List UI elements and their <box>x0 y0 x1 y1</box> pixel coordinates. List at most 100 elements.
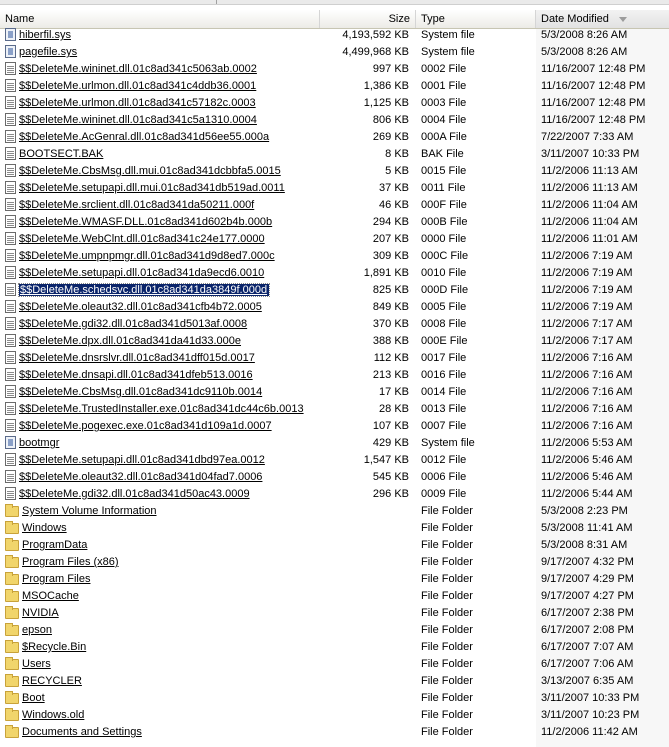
file-row[interactable]: $$DeleteMe.CbsMsg.dll.01c8ad341dc9110b.0… <box>0 384 669 401</box>
file-name[interactable]: $$DeleteMe.setupapi.dll.01c8ad341da9ecd6… <box>19 267 264 279</box>
file-name[interactable]: ProgramData <box>22 539 87 551</box>
file-name[interactable]: NVIDIA <box>22 607 59 619</box>
file-name[interactable]: $$DeleteMe.CbsMsg.dll.01c8ad341dc9110b.0… <box>19 386 262 398</box>
file-name[interactable]: $$DeleteMe.wininet.dll.01c8ad341c5063ab.… <box>19 63 257 75</box>
file-name[interactable]: Users <box>22 658 51 670</box>
file-name[interactable]: $$DeleteMe.setupapi.dll.mui.01c8ad341db5… <box>19 182 285 194</box>
file-name[interactable]: hiberfil.sys <box>19 29 71 41</box>
file-name[interactable]: Boot <box>22 692 45 704</box>
file-row[interactable]: $$DeleteMe.WMASF.DLL.01c8ad341d602b4b.00… <box>0 214 669 231</box>
file-row[interactable]: Program Files (x86) File Folder 9/17/2007 … <box>0 554 669 571</box>
file-name[interactable]: $$DeleteMe.dnsapi.dll.01c8ad341dfeb513.0… <box>19 369 253 381</box>
file-name[interactable]: Windows <box>22 522 67 534</box>
file-name[interactable]: System Volume Information <box>22 505 157 517</box>
file-row[interactable]: $$DeleteMe.dpx.dll.01c8ad341da41d33.000e… <box>0 333 669 350</box>
file-row[interactable]: Windows.old File Folder 3/11/2007 10:23 PM <box>0 707 669 724</box>
file-row[interactable]: Windows File Folder 5/3/2008 11:41 AM <box>0 520 669 537</box>
file-row[interactable]: $$DeleteMe.umpnpmgr.dll.01c8ad341d9d8ed7… <box>0 248 669 265</box>
file-row[interactable]: Users File Folder 6/17/2007 7:06 AM <box>0 656 669 673</box>
file-name[interactable]: $$DeleteMe.dpx.dll.01c8ad341da41d33.000e <box>19 335 241 347</box>
column-header-name[interactable]: Name <box>0 10 320 28</box>
file-row[interactable]: RECYCLER File Folder 3/13/2007 6:35 AM <box>0 673 669 690</box>
file-row[interactable]: MSOCache File Folder 9/17/2007 4:27 PM <box>0 588 669 605</box>
file-name[interactable]: $$DeleteMe.WMASF.DLL.01c8ad341d602b4b.00… <box>19 216 272 228</box>
file-row[interactable]: $$DeleteMe.gdi32.dll.01c8ad341d5013af.00… <box>0 316 669 333</box>
file-row[interactable]: $$DeleteMe.CbsMsg.dll.mui.01c8ad341dcbbf… <box>0 163 669 180</box>
file-size <box>320 656 409 673</box>
column-header-size[interactable]: Size <box>320 10 416 28</box>
file-name[interactable]: $$DeleteMe.gdi32.dll.01c8ad341d50ac43.00… <box>19 488 250 500</box>
file-row[interactable]: $$DeleteMe.schedsvc.dll.01c8ad341da3849f… <box>0 282 669 299</box>
file-row[interactable]: $$DeleteMe.dnsapi.dll.01c8ad341dfeb513.0… <box>0 367 669 384</box>
file-type: File Folder <box>421 692 473 704</box>
file-name[interactable]: $$DeleteMe.urlmon.dll.01c8ad341c4ddb36.0… <box>19 80 256 92</box>
file-row[interactable]: $$DeleteMe.wininet.dll.01c8ad341c5a1310.… <box>0 112 669 129</box>
file-date-modified: 11/2/2006 11:01 AM <box>541 233 638 245</box>
file-name[interactable]: $$DeleteMe.oleaut32.dll.01c8ad341cfb4b72… <box>19 301 262 313</box>
file-name[interactable]: epson <box>22 624 52 636</box>
file-row[interactable]: $$DeleteMe.gdi32.dll.01c8ad341d50ac43.00… <box>0 486 669 503</box>
file-name[interactable]: $$DeleteMe.AcGenral.dll.01c8ad341d56ee55… <box>19 131 269 143</box>
file-type: 0009 File <box>421 488 467 500</box>
file-row[interactable]: System Volume Information File Folder 5/3/… <box>0 503 669 520</box>
file-row[interactable]: $$DeleteMe.pogexec.exe.01c8ad341d109a1d.… <box>0 418 669 435</box>
file-row[interactable]: hiberfil.sys 4,193,592 KB System file 5/3/2… <box>0 27 669 44</box>
file-row[interactable]: $Recycle.Bin File Folder 6/17/2007 7:07 AM <box>0 639 669 656</box>
file-name[interactable]: Windows.old <box>22 709 84 721</box>
file-row[interactable]: $$DeleteMe.setupapi.dll.01c8ad341dbd97ea… <box>0 452 669 469</box>
file-size: 37 KB <box>379 182 409 194</box>
file-row[interactable]: pagefile.sys 4,499,968 KB System file 5/3/2… <box>0 44 669 61</box>
file-row[interactable]: $$DeleteMe.urlmon.dll.01c8ad341c57182c.0… <box>0 95 669 112</box>
column-header-type[interactable]: Type <box>416 10 536 28</box>
file-name[interactable]: $$DeleteMe.oleaut32.dll.01c8ad341d04fad7… <box>19 471 262 483</box>
file-name[interactable]: $$DeleteMe.setupapi.dll.01c8ad341dbd97ea… <box>19 454 265 466</box>
file-icon <box>5 351 16 364</box>
file-row[interactable]: NVIDIA File Folder 6/17/2007 2:38 PM <box>0 605 669 622</box>
file-name[interactable]: $$DeleteMe.wininet.dll.01c8ad341c5a1310.… <box>19 114 257 126</box>
file-name[interactable]: Documents and Settings <box>22 726 142 738</box>
file-row[interactable]: BOOTSECT.BAK 8 KB BAK File 3/11/2007 10:33 … <box>0 146 669 163</box>
file-row[interactable]: ProgramData File Folder 5/3/2008 8:31 AM <box>0 537 669 554</box>
file-row[interactable]: $$DeleteMe.setupapi.dll.mui.01c8ad341db5… <box>0 180 669 197</box>
file-icon <box>5 300 16 313</box>
file-row[interactable]: $$DeleteMe.dnsrslvr.dll.01c8ad341dff015d… <box>0 350 669 367</box>
file-row[interactable]: $$DeleteMe.oleaut32.dll.01c8ad341cfb4b72… <box>0 299 669 316</box>
file-name[interactable]: $$DeleteMe.urlmon.dll.01c8ad341c57182c.0… <box>19 97 256 109</box>
file-row[interactable]: $$DeleteMe.urlmon.dll.01c8ad341c4ddb36.0… <box>0 78 669 95</box>
file-name[interactable]: bootmgr <box>19 437 59 449</box>
file-row[interactable]: epson File Folder 6/17/2007 2:08 PM <box>0 622 669 639</box>
file-name[interactable]: $$DeleteMe.gdi32.dll.01c8ad341d5013af.00… <box>19 318 247 330</box>
file-row[interactable]: $$DeleteMe.AcGenral.dll.01c8ad341d56ee55… <box>0 129 669 146</box>
file-size <box>320 537 409 554</box>
file-row[interactable]: $$DeleteMe.wininet.dll.01c8ad341c5063ab.… <box>0 61 669 78</box>
file-row[interactable]: $$DeleteMe.oleaut32.dll.01c8ad341d04fad7… <box>0 469 669 486</box>
file-name[interactable]: $$DeleteMe.pogexec.exe.01c8ad341d109a1d.… <box>19 420 272 432</box>
file-name[interactable]: $$DeleteMe.umpnpmgr.dll.01c8ad341d9d8ed7… <box>19 250 275 262</box>
file-name[interactable]: RECYCLER <box>22 675 82 687</box>
column-header-date-modified[interactable]: Date Modified <box>536 10 669 28</box>
file-type: File Folder <box>421 573 473 585</box>
file-row[interactable]: Program Files File Folder 9/17/2007 4:29 P… <box>0 571 669 588</box>
file-type: System file <box>421 437 475 449</box>
file-name[interactable]: $$DeleteMe.dnsrslvr.dll.01c8ad341dff015d… <box>19 352 255 364</box>
file-name[interactable]: pagefile.sys <box>19 46 77 58</box>
file-row[interactable]: $$DeleteMe.WebClnt.dll.01c8ad341c24e177.… <box>0 231 669 248</box>
file-name[interactable]: $$DeleteMe.schedsvc.dll.01c8ad341da3849f… <box>17 283 271 297</box>
file-name[interactable]: $$DeleteMe.CbsMsg.dll.mui.01c8ad341dcbbf… <box>19 165 281 177</box>
file-row[interactable]: Boot File Folder 3/11/2007 10:33 PM <box>0 690 669 707</box>
file-name[interactable]: Program Files <box>22 573 90 585</box>
file-row[interactable]: $$DeleteMe.TrustedInstaller.exe.01c8ad34… <box>0 401 669 418</box>
file-row[interactable]: Documents and Settings File Folder 11/2/20… <box>0 724 669 741</box>
file-name[interactable]: BOOTSECT.BAK <box>19 148 103 160</box>
file-row[interactable]: $$DeleteMe.setupapi.dll.01c8ad341da9ecd6… <box>0 265 669 282</box>
file-row[interactable]: $$DeleteMe.srclient.dll.01c8ad341da50211… <box>0 197 669 214</box>
file-name[interactable]: $$DeleteMe.TrustedInstaller.exe.01c8ad34… <box>19 403 304 415</box>
file-row[interactable]: bootmgr 429 KB System file 11/2/2006 5:53 A… <box>0 435 669 452</box>
file-name[interactable]: $$DeleteMe.srclient.dll.01c8ad341da50211… <box>19 199 254 211</box>
file-name[interactable]: Program Files (x86) <box>22 556 119 568</box>
file-name[interactable]: MSOCache <box>22 590 79 602</box>
file-name[interactable]: $Recycle.Bin <box>22 641 86 653</box>
file-date-modified: 3/11/2007 10:33 PM <box>541 692 640 704</box>
file-name[interactable]: $$DeleteMe.WebClnt.dll.01c8ad341c24e177.… <box>19 233 265 245</box>
file-date-modified: 11/2/2006 5:46 AM <box>541 454 633 466</box>
